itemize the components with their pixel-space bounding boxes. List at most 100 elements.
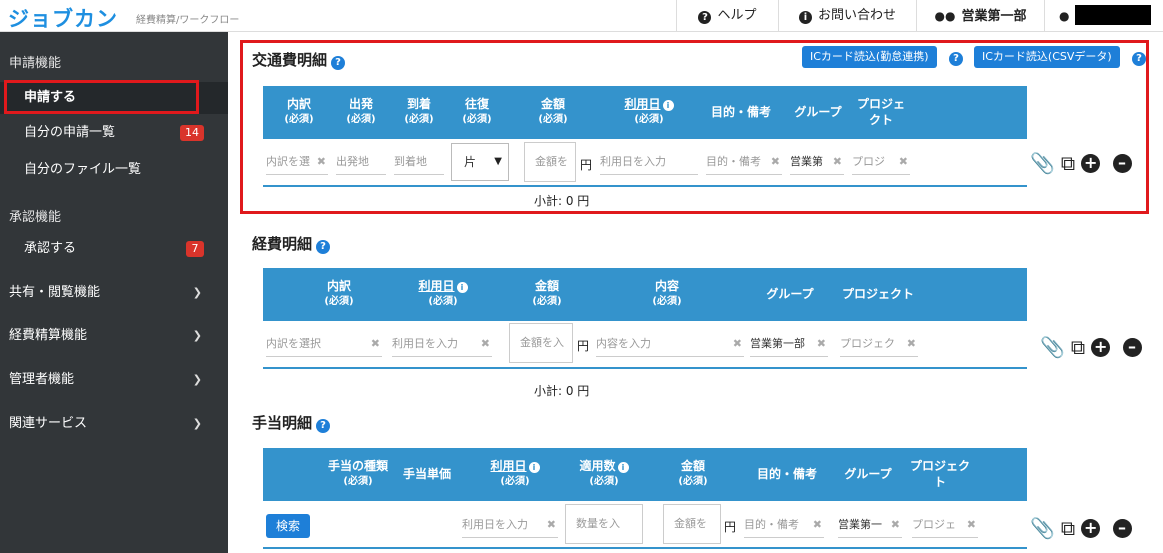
round-trip-select[interactable]: 片 ▼: [451, 143, 509, 181]
allowance-row-divider: [263, 547, 1027, 549]
transport-item-select[interactable]: 内訳を選 ✖: [266, 153, 328, 175]
transport-group-select[interactable]: 営業第 ✖: [790, 153, 844, 175]
info-circle-icon: i: [662, 100, 674, 111]
sidebar-item-admin[interactable]: 管理者機能 ❯: [0, 364, 228, 396]
info-circle-icon: i: [456, 282, 468, 293]
help-link[interactable]: ? ヘルプ: [676, 0, 778, 32]
allowance-table-header: 手当の種類 (必須) 手当単価 利用日 i (必須) 適用数 i (必須) 金額 (必須) …: [263, 448, 1027, 501]
question-circle-icon[interactable]: ?: [949, 52, 963, 66]
expense-subtotal: 小計: 0 円: [534, 384, 590, 398]
allowance-row-actions: 📎 ⧉ + –: [1030, 516, 1138, 540]
expense-item-select[interactable]: 内訳を選択 ✖: [266, 335, 382, 357]
expense-amount-input[interactable]: 金額を入: [509, 323, 573, 363]
sidebar-item-expense[interactable]: 経費精算機能 ❯: [0, 320, 228, 352]
allowance-count-input[interactable]: 数量を入: [565, 504, 643, 544]
expense-project-select[interactable]: プロジェク ✖: [840, 335, 918, 357]
transport-subtotal: 小計: 0 円: [534, 194, 590, 208]
contact-label: お問い合わせ: [817, 8, 896, 23]
col-header-departure: 出発 (必須): [346, 97, 376, 125]
copy-icon[interactable]: ⧉: [1061, 151, 1075, 175]
question-circle-icon[interactable]: ?: [316, 240, 331, 254]
col-header-arrival: 到着 (必須): [404, 97, 434, 125]
paperclip-icon[interactable]: 📎: [1030, 516, 1055, 540]
paperclip-icon[interactable]: 📎: [1040, 335, 1065, 359]
help-label: ヘルプ: [717, 8, 757, 23]
col-header-purpose: 目的・備考: [710, 105, 771, 119]
col-header-content: 内容 (必須): [652, 279, 682, 307]
transport-row-divider: [263, 185, 1027, 187]
requests-count-badge: 14: [180, 125, 204, 141]
allowance-date-input[interactable]: 利用日を入力 ✖: [462, 516, 558, 538]
transport-amount-input[interactable]: 金額を: [524, 142, 576, 182]
minus-circle-icon[interactable]: –: [1112, 519, 1132, 538]
x-icon: ✖: [898, 155, 908, 168]
chevron-down-icon: ▼: [494, 156, 502, 167]
transport-purpose-input[interactable]: 目的・備考 ✖: [706, 153, 782, 175]
contact-link[interactable]: i お問い合わせ: [778, 0, 916, 32]
col-header-round-trip: 往復 (必須): [462, 97, 492, 125]
transport-yen-unit: 円: [580, 158, 593, 172]
sidebar-section-approve: 承認機能: [9, 210, 62, 225]
col-header-use-date[interactable]: 利用日 i (必須): [475, 458, 555, 490]
sidebar-item-my-files[interactable]: 自分のファイル一覧: [0, 154, 228, 186]
ic-card-attendance-button[interactable]: ICカード読込(勤怠連携): [802, 46, 937, 68]
copy-icon[interactable]: ⧉: [1071, 335, 1085, 359]
sidebar-item-label: 関連サービス: [9, 416, 88, 431]
transport-arrival-input[interactable]: 到着地: [394, 153, 444, 175]
department-label: 営業第一部: [961, 9, 1027, 24]
info-circle-icon: i: [617, 462, 629, 473]
sidebar-item-related[interactable]: 関連サービス ❯: [0, 408, 228, 440]
col-header-group: グループ: [766, 287, 814, 301]
plus-circle-icon[interactable]: +: [1081, 154, 1101, 173]
sidebar-item-share[interactable]: 共有・閲覧機能 ❯: [0, 277, 228, 309]
highlight-apply-item: [4, 80, 199, 114]
expense-content-input[interactable]: 内容を入力 ✖: [596, 335, 744, 357]
plus-circle-icon[interactable]: +: [1091, 338, 1111, 357]
allowance-amount-input[interactable]: 金額を: [663, 504, 721, 544]
col-header-unit-price: 手当単価: [402, 467, 451, 481]
col-header-amount: 金額 (必須): [678, 459, 708, 487]
allowance-purpose-input[interactable]: 目的・備考 ✖: [744, 516, 824, 538]
allowance-group-select[interactable]: 営業第一 ✖: [838, 516, 902, 538]
sidebar-item-label: 共有・閲覧機能: [9, 285, 101, 300]
sidebar-section-apply: 申請機能: [9, 56, 62, 71]
minus-circle-icon[interactable]: –: [1122, 338, 1142, 357]
user-icon: ●: [1059, 9, 1070, 23]
minus-circle-icon[interactable]: –: [1112, 154, 1132, 173]
plus-circle-icon[interactable]: +: [1081, 519, 1101, 538]
x-icon: ✖: [480, 337, 490, 350]
transport-date-input[interactable]: 利用日を入力: [600, 153, 698, 175]
expense-group-select[interactable]: 営業第一部 ✖: [750, 335, 828, 357]
expense-row-actions: 📎 ⧉ + –: [1040, 335, 1148, 359]
transport-departure-input[interactable]: 出発地: [336, 153, 386, 175]
transport-title-text: 交通費明細: [252, 51, 328, 69]
allowance-project-select[interactable]: プロジェ ✖: [912, 516, 978, 538]
chevron-down-icon: ❯: [192, 286, 202, 299]
user-menu[interactable]: ●: [1044, 0, 1163, 32]
department-menu[interactable]: ●● 営業第一部: [916, 0, 1044, 32]
paperclip-icon[interactable]: 📎: [1030, 151, 1055, 175]
allowance-title-text: 手当明細: [252, 414, 313, 432]
question-circle-icon[interactable]: ?: [1132, 52, 1146, 66]
expense-section-title: 経費明細?: [252, 233, 331, 254]
transport-project-select[interactable]: プロジ ✖: [852, 153, 910, 175]
x-icon: ✖: [816, 337, 826, 350]
logo[interactable]: ジョブカン: [8, 3, 118, 33]
x-icon: ✖: [966, 518, 976, 531]
question-circle-icon[interactable]: ?: [316, 419, 331, 433]
col-header-group: グループ: [794, 105, 842, 119]
col-header-use-date[interactable]: 利用日 i (必須): [611, 96, 687, 128]
x-icon: ✖: [316, 155, 326, 168]
col-header-use-date[interactable]: 利用日 i (必須): [403, 278, 483, 310]
ic-card-csv-button[interactable]: ICカード読込(CSVデータ): [974, 46, 1120, 68]
col-header-purpose: 目的・備考: [756, 467, 817, 481]
user-name-redacted: [1075, 5, 1152, 25]
sidebar-item-approve[interactable]: 承認する 7: [0, 233, 228, 265]
allowance-search-button[interactable]: 検索: [266, 514, 311, 538]
x-icon: ✖: [832, 155, 842, 168]
expense-date-input[interactable]: 利用日を入力 ✖: [392, 335, 492, 357]
top-bar: ジョブカン 経費精算/ワークフロー ? ヘルプ i お問い合わせ ●● 営業第一部 ●: [0, 0, 1163, 32]
sidebar-item-my-requests[interactable]: 自分の申請一覧 14: [0, 117, 228, 149]
question-circle-icon[interactable]: ?: [331, 56, 346, 70]
copy-icon[interactable]: ⧉: [1061, 516, 1075, 540]
